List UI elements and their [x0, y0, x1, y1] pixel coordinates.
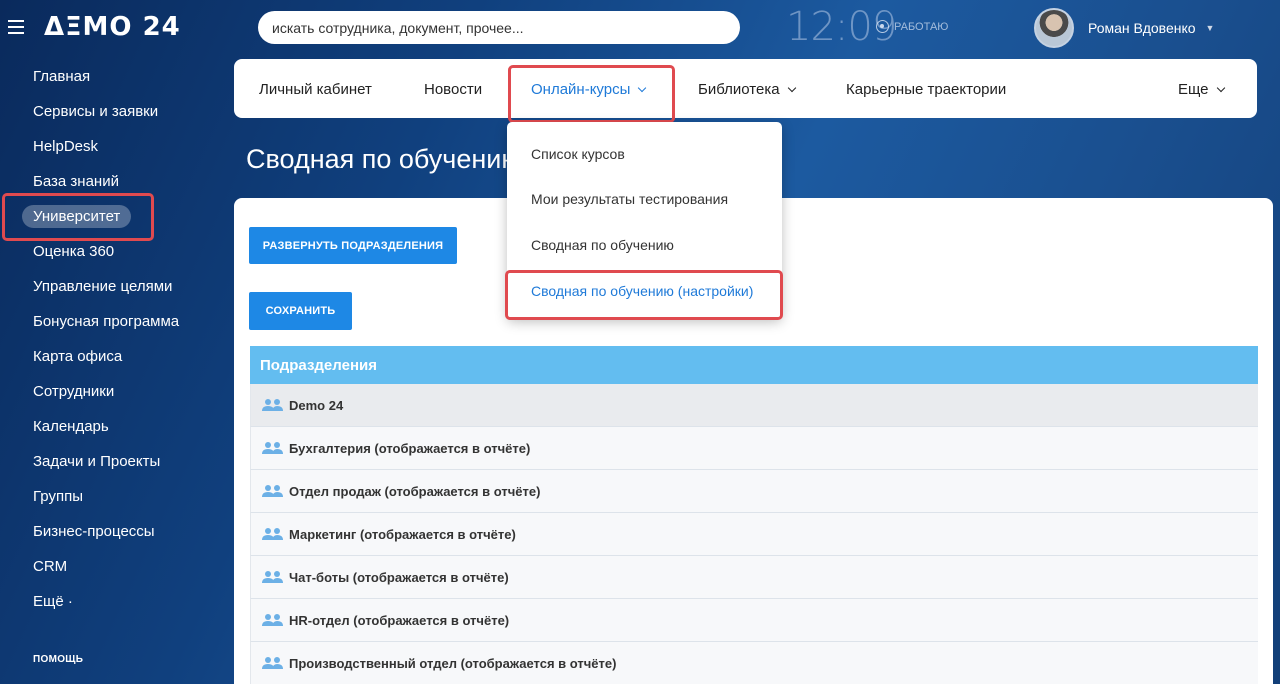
- table-row[interactable]: Чат-боты (отображается в отчёте): [250, 556, 1258, 599]
- sidebar-item-office-map[interactable]: Карта офиса: [33, 348, 122, 365]
- tab-news[interactable]: Новости: [424, 81, 482, 98]
- logo[interactable]: ΔΞΜΟ 24: [44, 12, 181, 42]
- menu-item-course-list[interactable]: Список курсов: [531, 146, 625, 162]
- sidebar-item-knowledge-base[interactable]: База знаний: [33, 173, 119, 190]
- sidebar-item-home[interactable]: Главная: [33, 68, 90, 85]
- tab-library[interactable]: Библиотека: [698, 81, 796, 98]
- sidebar-item-tasks[interactable]: Задачи и Проекты: [33, 453, 160, 470]
- people-icon: [262, 485, 283, 497]
- sidebar-item-360[interactable]: Оценка 360: [33, 243, 114, 260]
- departments-table: Подразделения Demo 24 Бухгалтерия (отобр…: [250, 346, 1258, 684]
- tab-online-courses[interactable]: Онлайн-курсы: [531, 81, 647, 98]
- avatar: [1034, 8, 1074, 48]
- table-row[interactable]: Производственный отдел (отображается в о…: [250, 642, 1258, 684]
- people-icon: [262, 442, 283, 454]
- tab-more[interactable]: Еще: [1178, 81, 1225, 98]
- table-row[interactable]: Бухгалтерия (отображается в отчёте): [250, 427, 1258, 470]
- status-label: РАБОТАЮ: [894, 20, 949, 33]
- top-bar: ΔΞΜΟ 24 12:09 РАБОТАЮ Роман Вдовенко ▼: [0, 0, 1280, 58]
- department-name: HR-отдел (отображается в отчёте): [289, 612, 510, 628]
- table-row[interactable]: Demo 24: [250, 384, 1258, 427]
- people-icon: [262, 657, 283, 669]
- sidebar-item-calendar[interactable]: Календарь: [33, 418, 109, 435]
- menu-icon[interactable]: [8, 20, 24, 34]
- table-row[interactable]: Отдел продаж (отображается в отчёте): [250, 470, 1258, 513]
- top-nav: Личный кабинет Новости Онлайн-курсы Библ…: [234, 59, 1257, 118]
- search-bar[interactable]: [258, 11, 740, 44]
- table-row[interactable]: Маркетинг (отображается в отчёте): [250, 513, 1258, 556]
- chevron-down-icon: [787, 83, 796, 93]
- user-menu[interactable]: Роман Вдовенко ▼: [1034, 8, 1214, 48]
- people-icon: [262, 614, 283, 626]
- people-icon: [262, 571, 283, 583]
- department-name: Отдел продаж (отображается в отчёте): [289, 483, 541, 499]
- sidebar-item-helpdesk[interactable]: HelpDesk: [33, 138, 98, 155]
- page-title: Сводная по обучению (: [246, 144, 539, 174]
- caret-down-icon: ▼: [1205, 23, 1215, 33]
- chevron-down-icon: [1216, 83, 1225, 93]
- people-icon: [262, 528, 283, 540]
- save-button[interactable]: СОХРАНИТЬ: [249, 292, 352, 330]
- sidebar-item-more[interactable]: Ещё ·: [33, 593, 73, 610]
- department-name: Demo 24: [289, 397, 344, 413]
- table-row[interactable]: HR-отдел (отображается в отчёте): [250, 599, 1258, 642]
- menu-item-training-summary[interactable]: Сводная по обучению: [531, 237, 674, 253]
- work-status[interactable]: РАБОТАЮ: [876, 20, 948, 33]
- sidebar-item-services[interactable]: Сервисы и заявки: [33, 103, 158, 120]
- sidebar-item-university[interactable]: Университет: [22, 205, 132, 228]
- people-icon: [262, 399, 283, 411]
- status-icon: [876, 20, 889, 33]
- online-courses-dropdown: Список курсов Мои результаты тестировани…: [507, 122, 782, 318]
- chevron-down-icon: [638, 83, 647, 93]
- tab-career[interactable]: Карьерные траектории: [846, 81, 1006, 98]
- department-name: Чат-боты (отображается в отчёте): [289, 569, 509, 585]
- sidebar-item-employees[interactable]: Сотрудники: [33, 383, 114, 400]
- sidebar-item-bp[interactable]: Бизнес-процессы: [33, 523, 155, 540]
- sidebar-item-groups[interactable]: Группы: [33, 488, 83, 505]
- help-link[interactable]: ПОМОЩЬ: [33, 654, 83, 665]
- sidebar-item-crm[interactable]: CRM: [33, 558, 67, 575]
- table-header: Подразделения: [250, 346, 1258, 384]
- menu-item-training-summary-settings[interactable]: Сводная по обучению (настройки): [531, 283, 753, 299]
- sidebar-item-bonus[interactable]: Бонусная программа: [33, 313, 179, 330]
- tab-personal-account[interactable]: Личный кабинет: [259, 81, 372, 98]
- search-input[interactable]: [272, 19, 740, 36]
- sidebar-item-goals[interactable]: Управление целями: [33, 278, 172, 295]
- department-name: Бухгалтерия (отображается в отчёте): [289, 440, 531, 456]
- department-name: Производственный отдел (отображается в о…: [289, 655, 617, 671]
- user-name: Роман Вдовенко: [1088, 20, 1196, 36]
- expand-departments-button[interactable]: РАЗВЕРНУТЬ ПОДРАЗДЕЛЕНИЯ: [249, 227, 457, 264]
- department-name: Маркетинг (отображается в отчёте): [289, 526, 516, 542]
- menu-item-test-results[interactable]: Мои результаты тестирования: [531, 191, 728, 207]
